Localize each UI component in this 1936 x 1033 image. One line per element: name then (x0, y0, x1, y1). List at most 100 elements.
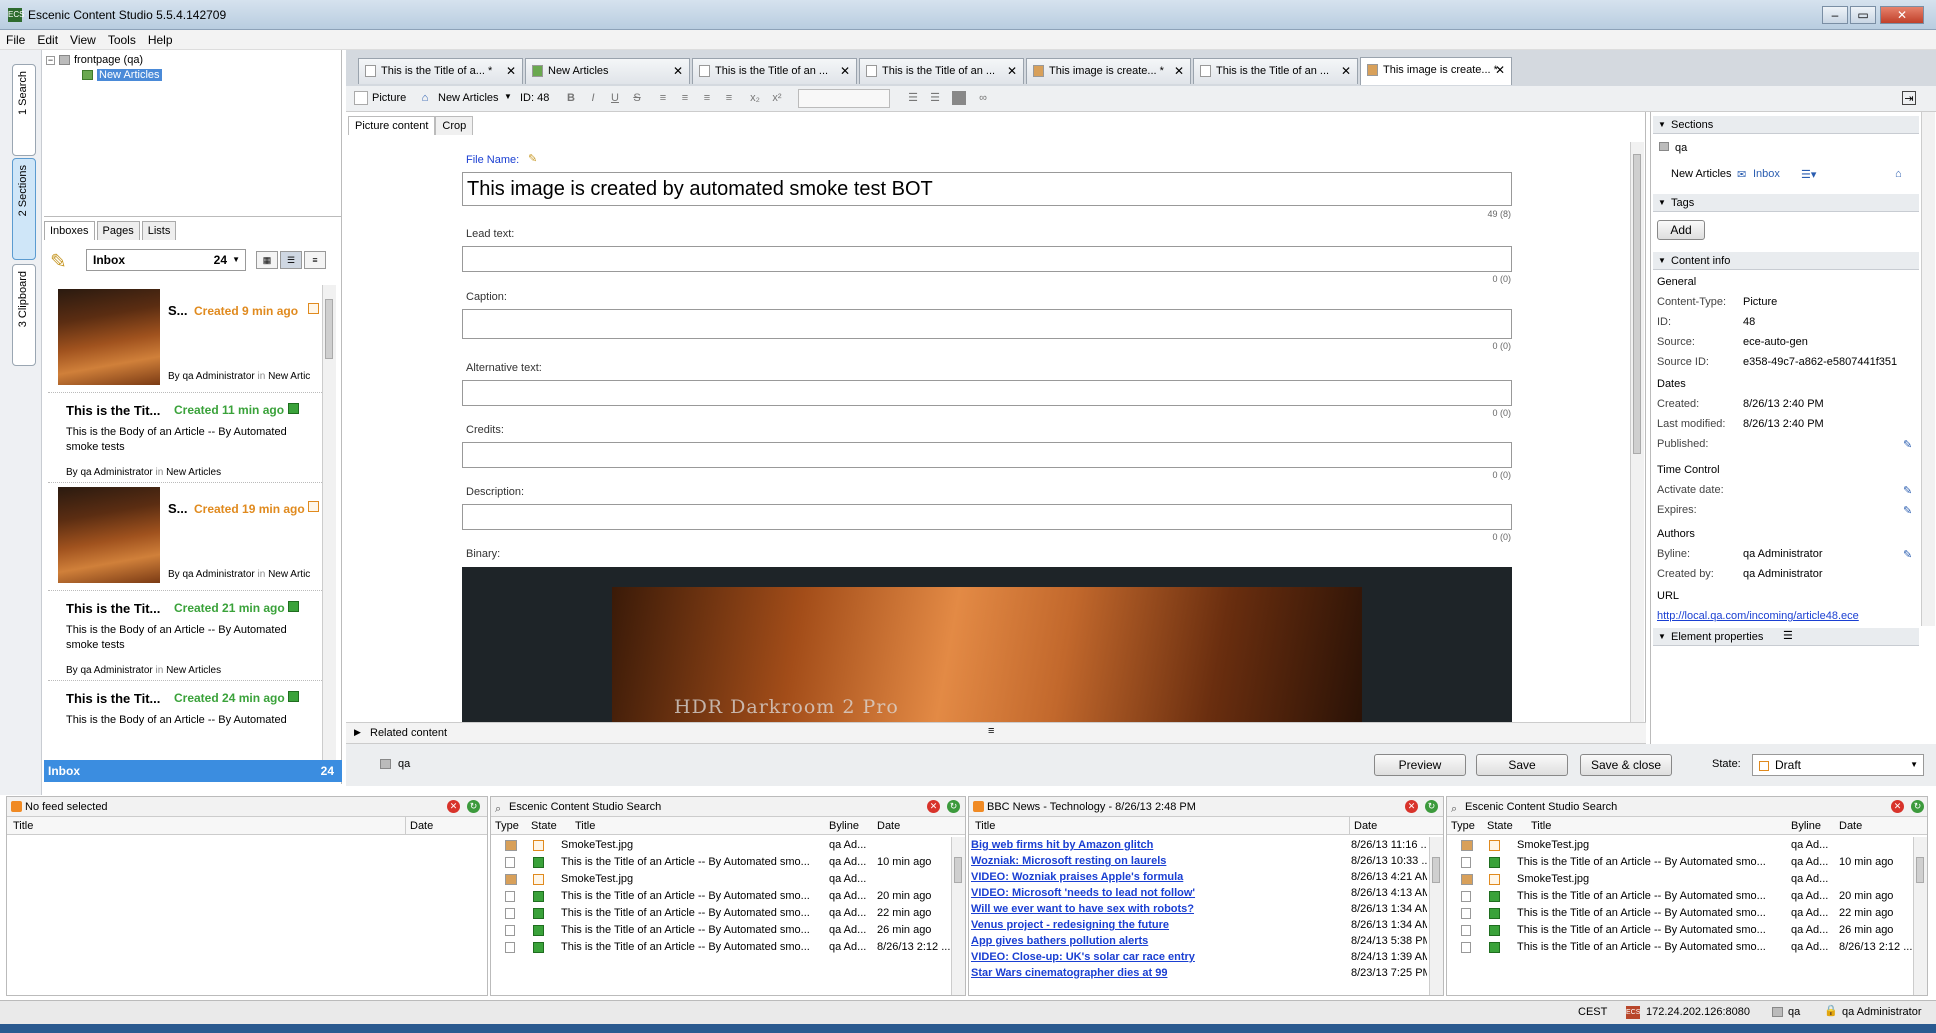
justify-icon[interactable]: ≡ (722, 91, 736, 105)
refresh-icon[interactable]: ↻ (1425, 800, 1438, 813)
link-icon[interactable]: ∞ (976, 91, 990, 105)
strikethrough-icon[interactable]: S (630, 91, 644, 105)
table-row[interactable]: Venus project - redesigning the future 8/… (969, 917, 1429, 934)
save-close-button[interactable]: Save & close (1580, 754, 1672, 776)
table-row[interactable]: This is the Title of an Article -- By Au… (491, 854, 951, 871)
news-link[interactable]: Big web firms hit by Amazon glitch (971, 837, 1271, 854)
table-row[interactable]: This is the Title of an Article -- By Au… (1447, 905, 1913, 922)
col-title[interactable]: Title (1531, 817, 1551, 835)
table-row[interactable]: This is the Title of an Article -- By Au… (1447, 939, 1913, 956)
bold-icon[interactable]: B (564, 91, 578, 105)
underline-icon[interactable]: U (608, 91, 622, 105)
alt-text-field[interactable] (462, 380, 1512, 406)
superscript-icon[interactable]: x² (770, 91, 784, 105)
state-dropdown[interactable]: Draft ▼ (1752, 754, 1924, 776)
list-view-icon[interactable]: ≡ (304, 251, 326, 269)
preview-button[interactable]: Preview (1374, 754, 1466, 776)
close-icon[interactable]: ✕ (673, 59, 683, 83)
col-byline[interactable]: Byline (1791, 817, 1821, 835)
search-scrollbar[interactable] (951, 837, 965, 995)
table-row[interactable]: App gives bathers pollution alerts 8/24/1… (969, 933, 1429, 950)
menu-tools[interactable]: Tools (102, 30, 142, 50)
scroll-thumb[interactable] (325, 299, 333, 359)
italic-icon[interactable]: I (586, 91, 600, 105)
description-field[interactable] (462, 504, 1512, 530)
search-side-tab[interactable]: 1 Search (12, 64, 36, 156)
table-row[interactable]: This is the Title of an Article -- By Au… (1447, 854, 1913, 871)
close-icon[interactable]: ✕ (1495, 58, 1505, 82)
col-title[interactable]: Title (13, 817, 33, 835)
refresh-icon[interactable]: ↻ (1911, 800, 1924, 813)
save-button[interactable]: Save (1476, 754, 1568, 776)
sections-side-tab[interactable]: 2 Sections (12, 158, 36, 260)
table-row[interactable]: SmokeTest.jpg qa Ad... (491, 837, 951, 854)
menu-view[interactable]: View (64, 30, 102, 50)
home-icon[interactable]: ⌂ (1895, 168, 1902, 180)
grid-view-icon[interactable]: ▦ (256, 251, 278, 269)
pencil-icon[interactable]: ✎ (528, 152, 537, 165)
close-icon[interactable]: ✕ (1174, 59, 1184, 83)
table-row[interactable]: SmokeTest.jpg qa Ad... (1447, 837, 1913, 854)
news-link[interactable]: Venus project - redesigning the future (971, 917, 1271, 934)
col-state[interactable]: State (1487, 817, 1513, 835)
close-icon[interactable]: ✕ (1891, 800, 1904, 813)
editor-scrollbar[interactable] (1630, 142, 1644, 722)
col-type[interactable]: Type (1451, 817, 1475, 835)
align-center-icon[interactable]: ≡ (678, 91, 692, 105)
col-date[interactable]: Date (405, 817, 433, 835)
align-right-icon[interactable]: ≡ (700, 91, 714, 105)
tab-lists[interactable]: Lists (141, 221, 177, 240)
news-link[interactable]: Star Wars cinematographer dies at 99 (971, 965, 1271, 982)
edit-activate-icon[interactable]: ✎ (1903, 484, 1912, 497)
close-icon[interactable]: ✕ (506, 59, 516, 83)
doc-tab[interactable]: New Articles ✕ (525, 58, 690, 84)
col-date[interactable]: Date (877, 817, 900, 835)
style-dropdown[interactable] (798, 89, 890, 108)
table-row[interactable]: This is the Title of an Article -- By Au… (491, 922, 951, 939)
inbox-link[interactable]: Inbox (1753, 168, 1780, 180)
maximize-button[interactable]: ▭ (1850, 6, 1876, 24)
list-item[interactable]: This is the Tit... Created 24 min ago Th… (48, 681, 326, 741)
inbox-scrollbar[interactable] (322, 285, 336, 761)
table-row[interactable]: Big web firms hit by Amazon glitch 8/26/1… (969, 837, 1429, 854)
scroll-thumb[interactable] (954, 857, 962, 883)
news-link[interactable]: VIDEO: Wozniak praises Apple's formula (971, 869, 1271, 886)
table-row[interactable]: Wozniak: Microsoft resting on laurels 8/2… (969, 853, 1429, 870)
table-row[interactable]: This is the Title of an Article -- By Au… (491, 888, 951, 905)
edit-published-icon[interactable]: ✎ (1903, 438, 1912, 451)
menu-edit[interactable]: Edit (31, 30, 64, 50)
doc-tab[interactable]: This is the Title of an ... ✕ (692, 58, 857, 84)
col-title[interactable]: Title (975, 817, 995, 835)
article-url-link[interactable]: http://local.qa.com/incoming/article48.e… (1657, 610, 1859, 622)
bbc-scrollbar[interactable] (1429, 837, 1443, 995)
bullet-list-icon[interactable]: ☰ (906, 91, 920, 105)
news-link[interactable]: App gives bathers pollution alerts (971, 933, 1271, 950)
sections-header[interactable]: Sections (1653, 116, 1919, 134)
expand-panel-icon[interactable]: ⇥ (1902, 91, 1916, 105)
tab-inboxes[interactable]: Inboxes (44, 221, 95, 240)
caption-field[interactable] (462, 309, 1512, 339)
refresh-icon[interactable]: ↻ (467, 800, 480, 813)
list-item[interactable]: This is the Tit... Created 21 min ago Th… (48, 591, 326, 681)
col-state[interactable]: State (531, 817, 557, 835)
related-content-bar[interactable]: ▶ Related content ≡ (346, 722, 1646, 744)
doc-tab[interactable]: This is the Title of an ... ✕ (859, 58, 1024, 84)
list-menu-icon[interactable]: ☰▾ (1801, 168, 1816, 181)
list-icon[interactable]: ☰ (1783, 629, 1793, 642)
table-row[interactable]: VIDEO: Close-up: UK's solar car race ent… (969, 949, 1429, 966)
close-icon[interactable]: ✕ (1405, 800, 1418, 813)
scroll-thumb[interactable] (1432, 857, 1440, 883)
col-type[interactable]: Type (495, 817, 519, 835)
table-icon[interactable] (952, 91, 966, 105)
close-icon[interactable]: ✕ (1341, 59, 1351, 83)
doc-tab[interactable]: This image is create... * ✕ (1026, 58, 1191, 84)
numbered-list-icon[interactable]: ☰ (928, 91, 942, 105)
inbox-selector[interactable]: Inbox 24 ▼ (86, 249, 246, 271)
news-link[interactable]: Wozniak: Microsoft resting on laurels (971, 853, 1271, 870)
scroll-thumb[interactable] (1916, 857, 1924, 883)
align-left-icon[interactable]: ≡ (656, 91, 670, 105)
tree-root[interactable]: − frontpage (qa) (46, 54, 143, 66)
collapse-icon[interactable]: − (46, 55, 55, 65)
close-window-button[interactable]: ✕ (1880, 6, 1924, 24)
tab-pages[interactable]: Pages (96, 221, 140, 240)
